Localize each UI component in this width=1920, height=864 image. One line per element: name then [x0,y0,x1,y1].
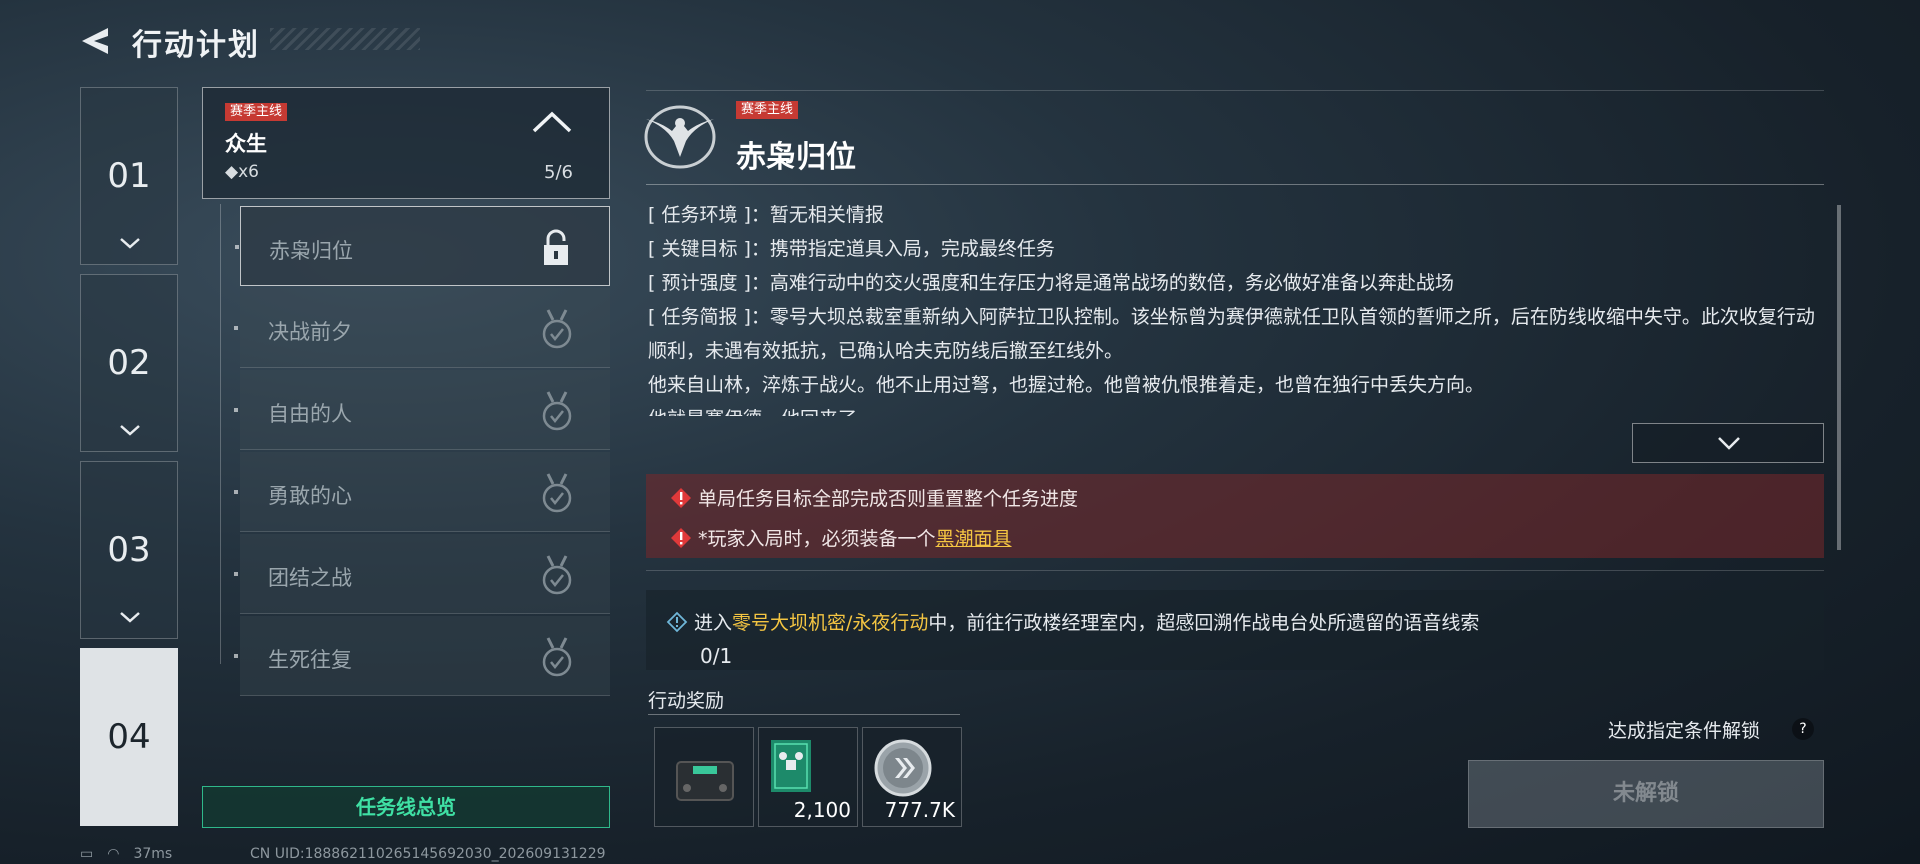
warning-box: 单局任务目标全部完成否则重置整个任务进度 *玩家入局时，必须装备一个黑潮面具 [646,474,1824,558]
device-status: ▭ ◠ 37ms [80,846,186,862]
desc-environment: [ 任务环境 ]：暂无相关情报 [648,204,884,226]
user-uid: CN UID:188862110265145692030_20260913122… [250,846,606,862]
mission-item-4[interactable]: 勇敢的心 [234,452,610,532]
objective-box: 进入零号大坝机密/永夜行动中，前往行政楼经理室内，超感回溯作战电台处所遗留的语音… [646,590,1824,670]
tree-dot [235,245,239,249]
tree-dot [234,654,238,658]
objective-diamond-icon [666,611,688,633]
desc-difficulty: [ 预计强度 ]：高难行动中的交火强度和生存压力将是通常战场的数倍，务必做好准备… [648,272,1454,294]
title-decoration [270,28,420,50]
back-arrow-icon[interactable] [78,24,112,58]
battery-icon: ▭ [80,846,94,862]
tree-dot [234,490,238,494]
drone-card-icon [771,740,811,792]
rewards-label: 行动奖励 [648,690,725,712]
chevron-down-icon [120,238,140,249]
chevron-down-icon [120,425,140,436]
warning-line-1: 单局任务目标全部完成否则重置整个任务进度 [670,484,1078,511]
objective-progress: 0/1 [700,644,733,668]
mission-item-6[interactable]: 生死往复 [234,616,610,696]
coin-icon [874,739,932,797]
tree-connector [220,204,221,664]
divider [646,90,1824,91]
objective-text: 进入零号大坝机密/永夜行动中，前往行政楼经理室内，超感回溯作战电台处所遗留的语音… [666,608,1479,635]
reward-quantity: 2,100 [793,798,851,822]
help-icon[interactable]: ? [1792,718,1814,740]
tree-dot [234,326,238,330]
chapter-tab-03[interactable]: 03 [80,461,178,639]
chapter-number: 01 [107,156,151,196]
chapter-tab-04[interactable]: 04 [80,648,178,826]
reward-item-1[interactable] [654,727,754,827]
divider [648,714,960,715]
desc-story-2: 他就是赛伊德，他回来了。 [648,402,1818,416]
wifi-icon: ◠ [107,846,120,862]
warning-icon [671,528,691,548]
mission-label: 生死往复 [268,648,352,672]
questline-count: ◆x6 [225,162,259,182]
questline-name: 众生 [225,132,267,156]
mission-label: 团结之战 [268,566,352,590]
mission-label: 赤枭归位 [269,239,353,263]
mission-item-3[interactable]: 自由的人 [234,370,610,450]
chevron-up-icon[interactable] [531,110,573,134]
chapter-number: 02 [107,343,151,383]
questline-overview-button[interactable]: 任务线总览 [202,786,610,828]
questline-card[interactable]: 赛季主线 众生 ◆x6 5/6 [202,87,610,199]
chapter-number: 03 [107,530,151,570]
chapter-number: 04 [107,717,151,757]
warning-icon [671,488,691,508]
unlock-hint: 达成指定条件解锁 [1608,720,1761,742]
mission-title: 赤枭归位 [736,140,856,175]
mission-item-1[interactable]: 赤枭归位 [235,206,610,286]
reward-item-3[interactable]: 777.7K [862,727,962,827]
medal-check-icon [542,637,572,677]
required-item-link[interactable]: 黑潮面具 [936,528,1012,550]
chevron-down-icon [120,612,140,623]
desc-story-1: 他来自山林，淬炼于战火。他不止用过弩，也握过枪。他曾被仇恨推着走，也曾在独行中丢… [648,374,1485,396]
chevron-down-icon [1718,437,1740,450]
scrollbar[interactable] [1837,205,1841,550]
medal-check-icon [542,309,572,349]
tree-dot [234,572,238,576]
chapter-tab-02[interactable]: 02 [80,274,178,452]
ping-value: 37ms [133,846,173,862]
mission-description: [ 任务环境 ]：暂无相关情报 [ 关键目标 ]：携带指定道具入局，完成最终任务… [648,198,1818,416]
page-title: 行动计划 [132,28,260,63]
medal-check-icon [542,555,572,595]
season-main-tag: 赛季主线 [736,101,799,119]
divider [646,184,1824,185]
device-icon [676,761,734,801]
divider [646,570,1824,571]
lock-icon [544,229,568,265]
warning-line-2: *玩家入局时，必须装备一个黑潮面具 [670,524,1012,551]
reward-quantity: 777.7K [884,798,955,822]
medal-check-icon [542,391,572,431]
tree-dot [234,408,238,412]
chapter-tab-01[interactable]: 01 [80,87,178,265]
desc-key-objective: [ 关键目标 ]：携带指定道具入局，完成最终任务 [648,238,1055,260]
desc-briefing: [ 任务简报 ]：零号大坝总裁室重新纳入阿萨拉卫队控制。该坐标曾为赛伊德就任卫队… [648,306,1815,362]
mission-label: 决战前夕 [268,320,352,344]
mission-item-5[interactable]: 团结之战 [234,534,610,614]
mission-label: 勇敢的心 [268,484,352,508]
medal-check-icon [542,473,572,513]
season-main-tag: 赛季主线 [225,103,288,121]
questline-progress: 5/6 [544,162,573,183]
reward-item-2[interactable]: 2,100 [758,727,858,827]
locked-start-button: 未解锁 [1468,760,1824,828]
objective-location: 零号大坝机密/永夜行动 [732,612,929,634]
mission-label: 自由的人 [268,402,352,426]
mission-item-2[interactable]: 决战前夕 [234,288,610,368]
expand-description-button[interactable] [1632,423,1824,463]
eagle-emblem-icon [644,105,716,169]
